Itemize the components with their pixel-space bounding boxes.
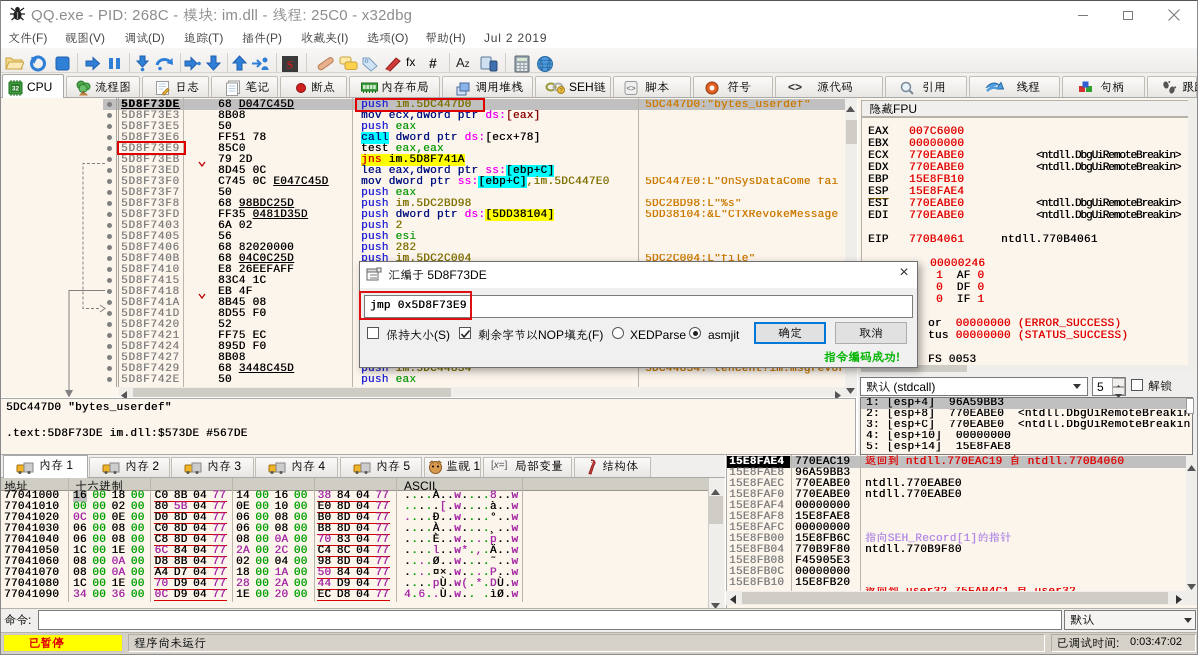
svg-text:32: 32 xyxy=(12,86,20,93)
svg-text:<>: <> xyxy=(626,84,636,93)
svg-text:S: S xyxy=(287,58,294,72)
